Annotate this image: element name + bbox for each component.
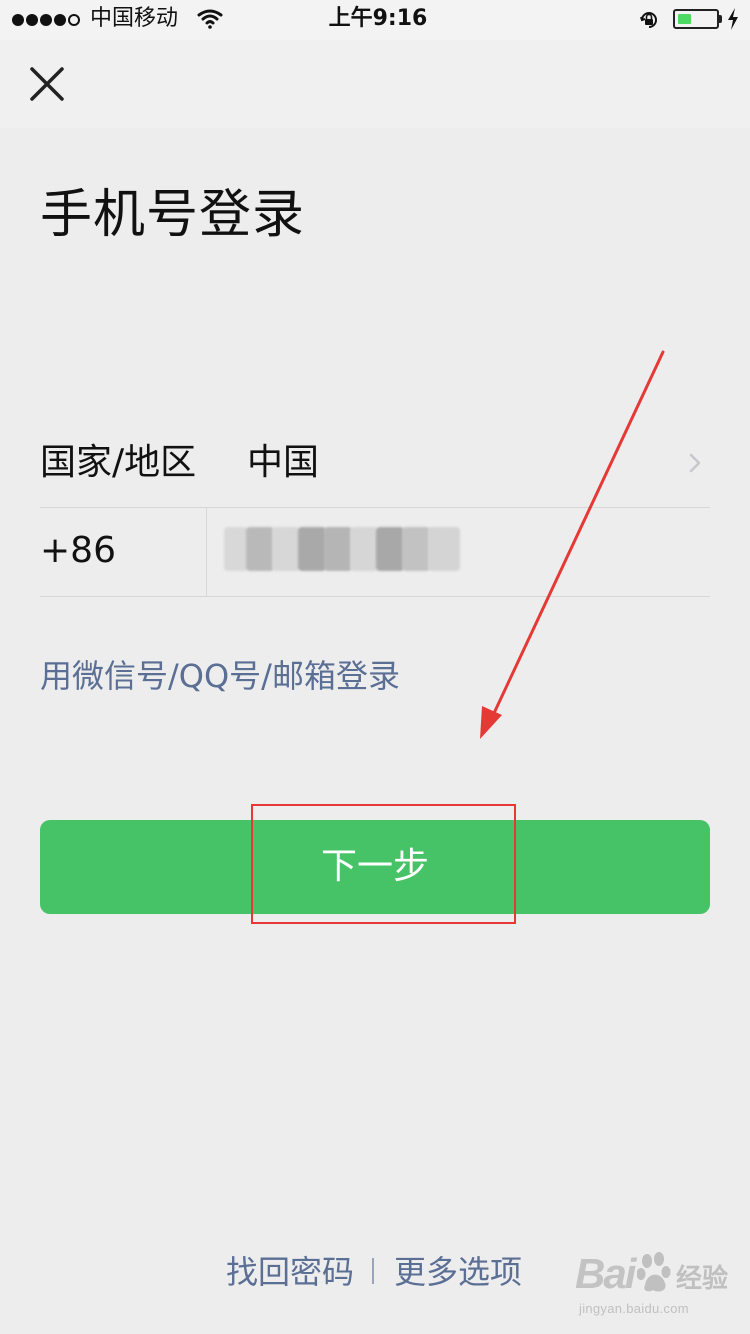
page-title: 手机号登录 (40, 184, 306, 245)
field-divider (206, 507, 207, 596)
watermark-product: 经验 (676, 1263, 729, 1293)
navigation-bar (0, 40, 750, 128)
login-screen (0, 128, 750, 1334)
footer-separator (372, 1258, 374, 1284)
country-code: +86 (40, 530, 116, 571)
close-icon[interactable] (25, 62, 69, 106)
charging-icon (728, 8, 738, 30)
more-options-link[interactable]: 更多选项 (394, 1248, 522, 1296)
orientation-lock-icon (640, 12, 657, 28)
next-button[interactable]: 下一步 (40, 820, 710, 914)
country-region-value: 中国 (247, 442, 320, 483)
status-time: 上午9:16 (328, 6, 428, 31)
paw-icon (637, 1252, 671, 1292)
alternate-login-link[interactable]: 用微信号/QQ号/邮箱登录 (40, 652, 400, 700)
status-bar: 中国移动 上午9:16 (0, 0, 750, 40)
signal-icon (12, 12, 82, 28)
country-region-label: 国家/地区 (40, 442, 197, 483)
baidu-jingyan-watermark: Bai 经验 jingyan.baidu.com (575, 1246, 740, 1320)
battery-fill (678, 14, 691, 24)
watermark-brand: Bai (575, 1250, 636, 1297)
phone-login-form: 国家/地区 中国 +86 (40, 418, 710, 597)
battery-icon (673, 9, 719, 29)
carrier-label: 中国移动 (90, 6, 179, 31)
chevron-right-icon (689, 453, 701, 473)
retrieve-password-link[interactable]: 找回密码 (226, 1248, 354, 1296)
battery-tip (719, 15, 722, 23)
phone-number-input[interactable] (220, 519, 704, 585)
watermark-url: jingyan.baidu.com (579, 1301, 689, 1316)
country-region-row[interactable]: 国家/地区 中国 (40, 418, 710, 508)
wifi-icon (197, 9, 223, 29)
phone-number-row: +86 (40, 507, 710, 597)
